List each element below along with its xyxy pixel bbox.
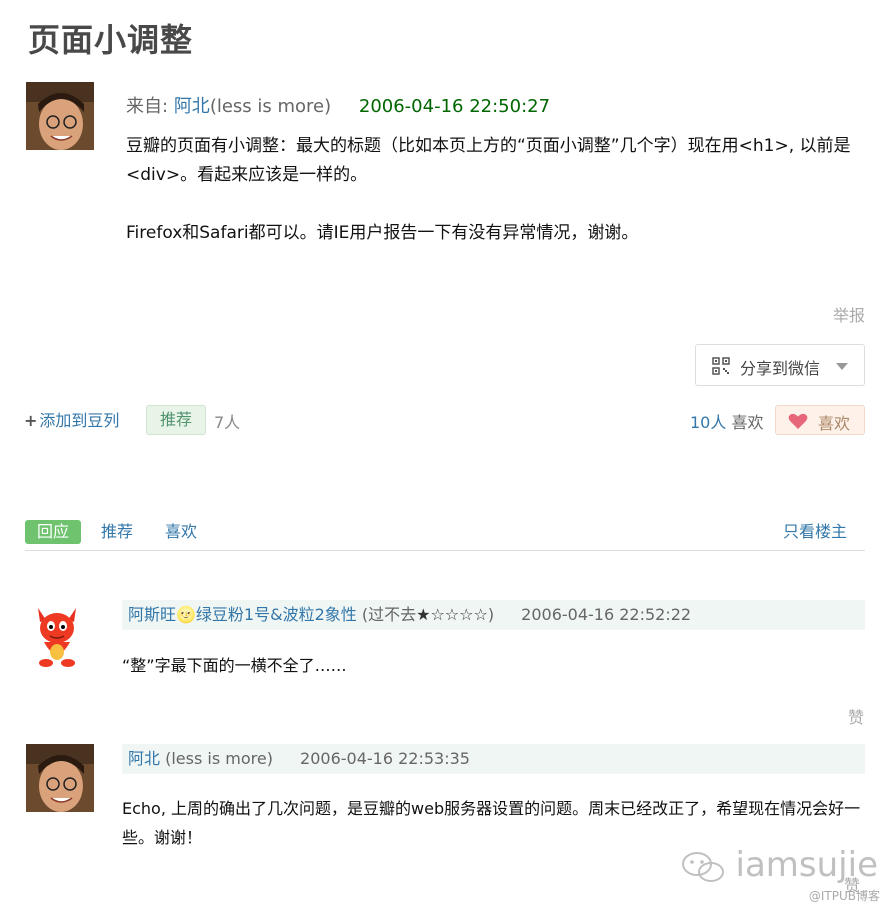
post-time: 2006-04-16 22:50:27 [358, 96, 551, 117]
tab-recommend[interactable]: 推荐 [101, 520, 133, 544]
watermark: iamsujie [681, 845, 878, 885]
watermark-text: iamsujie [735, 845, 878, 885]
wechat-icon [681, 851, 724, 882]
author-name-link[interactable]: 阿北 [174, 96, 210, 117]
post-body: 豆瓣的页面有小调整：最大的标题（比如本页上方的“页面小调整”几个字）现在用<h1… [126, 132, 866, 277]
share-wechat-button[interactable]: 分享到微信 [695, 344, 865, 386]
comment-header: 阿斯旺🌝绿豆粉1号&波粒2象性 (过不去★☆☆☆☆) 2006-04-16 22… [122, 600, 865, 630]
like-count-label: 喜欢 [731, 413, 764, 432]
qr-code-icon [712, 357, 730, 375]
author-note: (less is more) [209, 96, 332, 117]
like-button[interactable]: 喜欢 [775, 405, 865, 435]
tab-author-only[interactable]: 只看楼主 [783, 520, 847, 544]
page-title: 页面小调整 [28, 21, 194, 59]
comment-time: 2006-04-16 22:52:22 [521, 605, 692, 624]
recommend-count[interactable]: 7人 [214, 409, 240, 433]
watermark-source: @ITPUB博客 [808, 889, 880, 903]
commenter-note-close: ) [487, 605, 495, 624]
commenter-avatar[interactable] [26, 600, 88, 668]
author-avatar-image [26, 744, 94, 812]
zan-button[interactable]: 赞 [848, 704, 864, 728]
chevron-down-icon [836, 363, 848, 370]
author-avatar-image [26, 82, 94, 150]
add-to-doulist-link[interactable]: + 添加到豆列 [24, 407, 119, 431]
post-paragraph: Firefox和Safari都可以。请IE用户报告一下有没有异常情况，谢谢。 [126, 223, 639, 243]
comment-tabs: 回应 推荐 喜欢 只看楼主 [25, 520, 865, 551]
tab-replies[interactable]: 回应 [25, 520, 82, 544]
author-avatar[interactable] [26, 82, 94, 150]
add-to-doulist-label: 添加到豆列 [39, 411, 120, 430]
commenter-avatar[interactable] [26, 744, 94, 812]
commenter-name-link[interactable]: 阿斯旺🌝绿豆粉1号&波粒2象性 [128, 605, 357, 624]
like-button-label: 喜欢 [818, 414, 851, 433]
comment-body: Echo, 上周的确出了几次问题，是豆瓣的web服务器设置的问题。周末已经改正了… [122, 799, 861, 847]
share-wechat-label: 分享到微信 [740, 359, 821, 378]
comment-header: 阿北 (less is more) 2006-04-16 22:53:35 [122, 744, 865, 774]
like-count-number: 10人 [690, 413, 727, 432]
comment-time: 2006-04-16 22:53:35 [300, 749, 470, 768]
post-author-line: 来自: 阿北(less is more) 2006-04-16 22:50:27 [126, 94, 550, 120]
post-paragraph: 豆瓣的页面有小调整：最大的标题（比如本页上方的“页面小调整”几个字）现在用<h1… [126, 136, 851, 185]
heart-icon [788, 413, 808, 429]
from-label: 来自: [126, 96, 169, 117]
star-rating: ★☆☆☆☆ [416, 605, 488, 624]
recommend-button[interactable]: 推荐 [146, 405, 206, 435]
plus-icon: + [24, 411, 38, 430]
tab-likes[interactable]: 喜欢 [165, 520, 197, 544]
commenter-name-link[interactable]: 阿北 [128, 749, 160, 768]
comment-body: “整”字最下面的一横不全了…… [122, 656, 347, 675]
report-link[interactable]: 举报 [833, 302, 865, 326]
commenter-note-open: (过不去 [361, 605, 417, 624]
commenter-note: (less is more) [165, 749, 273, 768]
devil-avatar-image [26, 600, 88, 668]
like-count[interactable]: 10人 喜欢 [690, 409, 763, 433]
